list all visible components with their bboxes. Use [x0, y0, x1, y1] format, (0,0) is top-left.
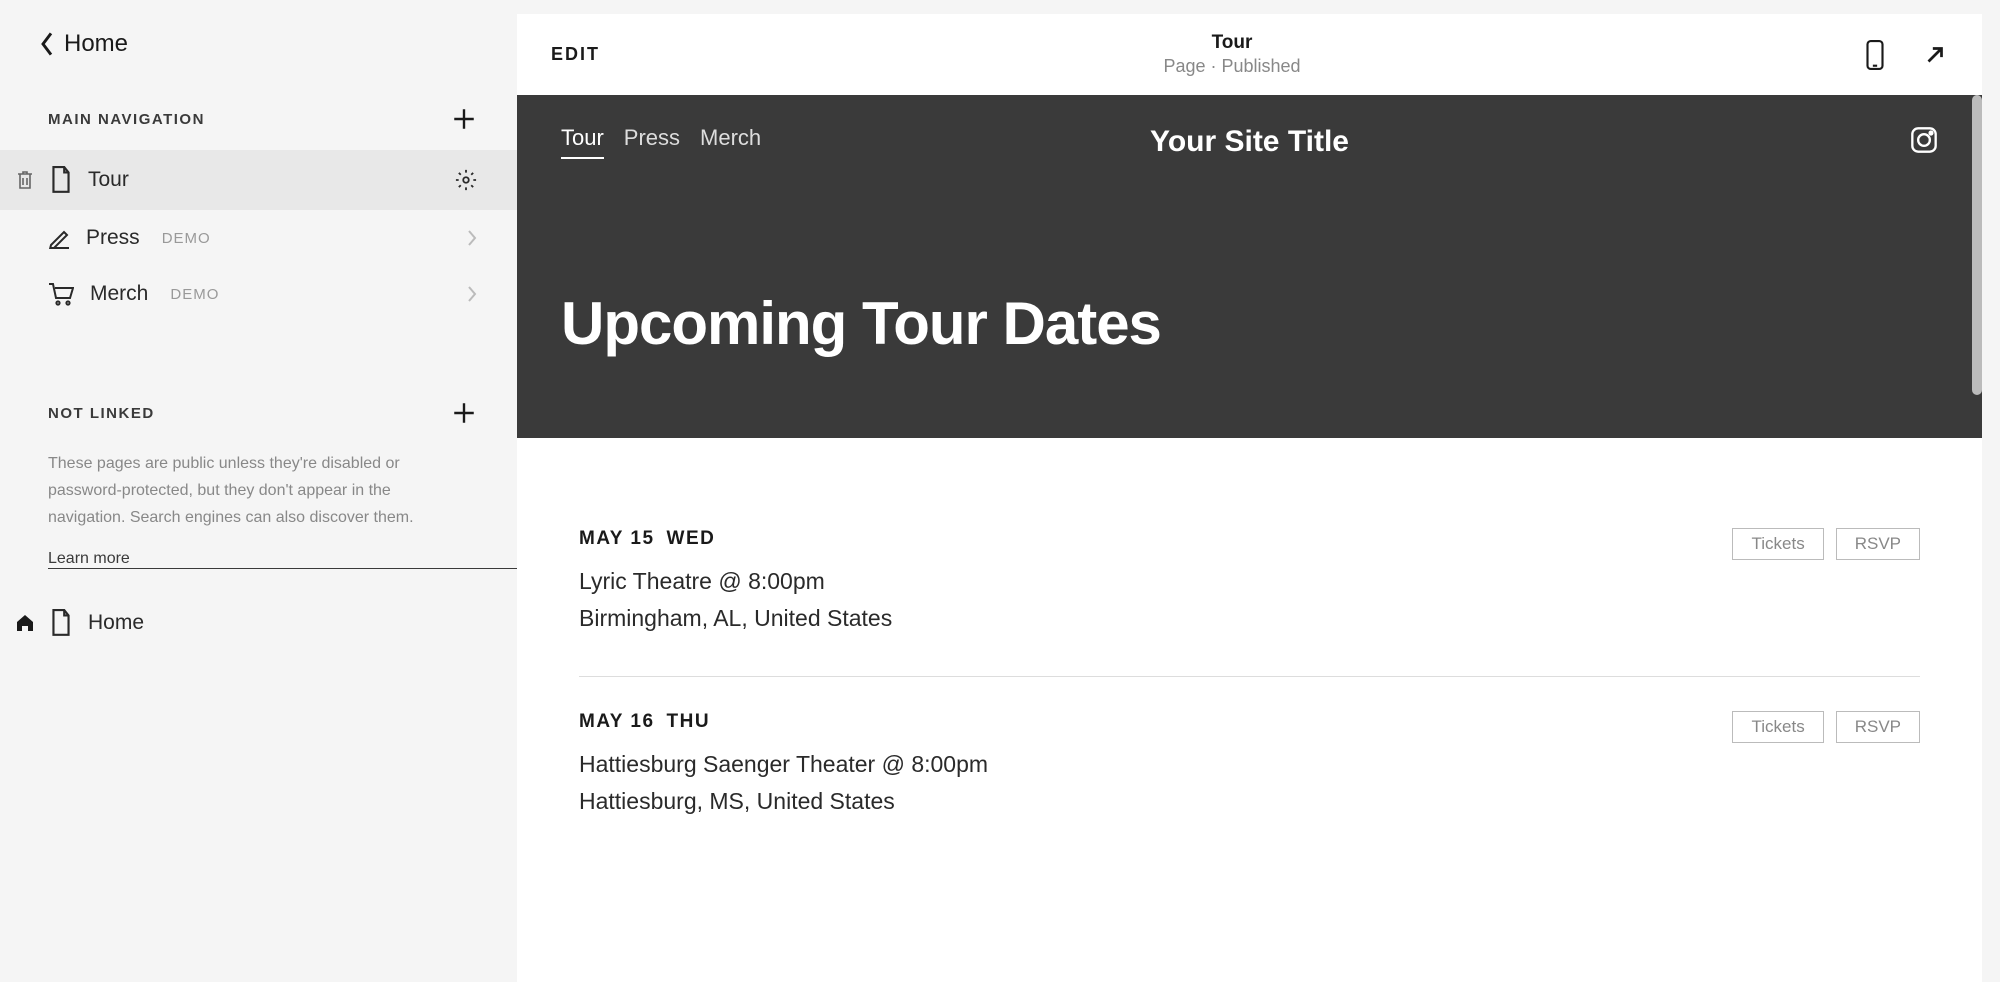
site-nav-press[interactable]: Press — [624, 125, 680, 159]
demo-badge: DEMO — [162, 230, 211, 247]
demo-badge: DEMO — [170, 286, 219, 303]
mobile-preview-icon[interactable] — [1864, 40, 1886, 70]
sidebar-item-home[interactable]: Home — [0, 593, 517, 653]
rsvp-button[interactable]: RSVP — [1836, 711, 1920, 743]
not-linked-header: NOT LINKED — [0, 382, 517, 444]
home-icon — [16, 614, 34, 632]
back-home-link[interactable]: Home — [0, 0, 517, 88]
main-nav-title: MAIN NAVIGATION — [48, 111, 205, 128]
site-header: Tour Press Merch Your Site Title Upcomin… — [517, 95, 1982, 438]
learn-more-link[interactable]: Learn more — [48, 550, 517, 569]
press-icon — [48, 227, 70, 249]
site-nav-tour[interactable]: Tour — [561, 125, 604, 159]
not-linked-description: These pages are public unless they're di… — [0, 444, 517, 544]
chevron-left-icon — [40, 32, 54, 56]
tour-date-day: WED — [667, 528, 716, 549]
scrollbar[interactable] — [1972, 95, 1982, 395]
chevron-right-icon — [467, 286, 477, 302]
tour-date: MAY 16 THU — [579, 711, 988, 733]
tour-venue: Hattiesburg Saenger Theater @ 8:00pm — [579, 751, 988, 778]
sidebar-item-press[interactable]: Press DEMO — [0, 210, 517, 266]
tour-date-md: MAY 15 — [579, 528, 655, 549]
sidebar: Home MAIN NAVIGATION Tour Press DEMO Mer… — [0, 0, 517, 982]
add-unlinked-page-icon[interactable] — [451, 400, 477, 426]
tour-location: Hattiesburg, MS, United States — [579, 788, 988, 815]
sidebar-item-merch[interactable]: Merch DEMO — [0, 266, 517, 322]
page-title: Tour — [1163, 32, 1300, 54]
page-icon — [50, 166, 72, 194]
site-preview: Tour Press Merch Your Site Title Upcomin… — [517, 95, 1982, 982]
tour-list: MAY 15 WED Lyric Theatre @ 8:00pm Birming… — [517, 438, 1982, 889]
tour-item: MAY 16 THU Hattiesburg Saenger Theater @ … — [579, 677, 1920, 859]
tour-date: MAY 15 WED — [579, 528, 892, 550]
tour-location: Birmingham, AL, United States — [579, 605, 892, 632]
main-nav-header: MAIN NAVIGATION — [0, 88, 517, 150]
gear-icon[interactable] — [455, 169, 477, 191]
site-nav-merch[interactable]: Merch — [700, 125, 761, 159]
instagram-icon[interactable] — [1910, 126, 1938, 154]
not-linked-title: NOT LINKED — [48, 405, 155, 422]
sidebar-item-label: Home — [88, 611, 144, 635]
preview-chrome: EDIT Tour Page · Published — [517, 14, 1982, 95]
add-page-icon[interactable] — [451, 106, 477, 132]
rsvp-button[interactable]: RSVP — [1836, 528, 1920, 560]
expand-icon[interactable] — [1922, 42, 1948, 68]
preview-panel: EDIT Tour Page · Published Tour Press Me… — [517, 0, 2000, 982]
tour-venue: Lyric Theatre @ 8:00pm — [579, 568, 892, 595]
sidebar-item-label: Tour — [88, 168, 129, 192]
tour-item: MAY 15 WED Lyric Theatre @ 8:00pm Birming… — [579, 528, 1920, 677]
hero-title: Upcoming Tour Dates — [561, 289, 1938, 358]
trash-icon[interactable] — [16, 170, 34, 190]
tour-date-md: MAY 16 — [579, 711, 655, 732]
tickets-button[interactable]: Tickets — [1732, 711, 1823, 743]
sidebar-item-tour[interactable]: Tour — [0, 150, 517, 210]
cart-icon — [48, 282, 74, 306]
chevron-right-icon — [467, 230, 477, 246]
site-title[interactable]: Your Site Title — [1150, 125, 1349, 159]
sidebar-item-label: Merch — [90, 282, 148, 306]
page-status: Page · Published — [1163, 56, 1300, 77]
tour-date-day: THU — [667, 711, 711, 732]
page-icon — [50, 609, 72, 637]
edit-button[interactable]: EDIT — [551, 44, 600, 65]
tickets-button[interactable]: Tickets — [1732, 528, 1823, 560]
sidebar-item-label: Press — [86, 226, 140, 250]
back-label: Home — [64, 30, 128, 58]
